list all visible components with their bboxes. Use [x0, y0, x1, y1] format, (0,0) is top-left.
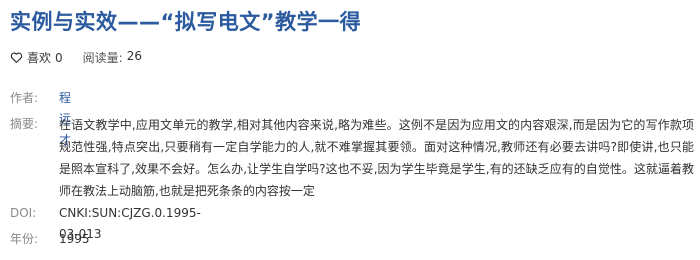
abstract-label: 摘要:	[10, 117, 39, 131]
article-title: 实例与实效——“拟写电文”教学一得	[10, 10, 362, 34]
year-label: 年份:	[10, 232, 39, 246]
author-label: 作者:	[10, 91, 39, 105]
like-count: 0	[55, 50, 63, 65]
doi-label: DOI:	[10, 206, 37, 220]
like-label: 喜欢	[27, 51, 52, 65]
abstract-text: 在语文教学中,应用文单元的教学,相对其他内容来说,略为难些。这例不是因为应用文的…	[59, 118, 694, 198]
read-count-value: 26	[126, 49, 142, 63]
read-count-group: 阅读量: 26	[83, 49, 142, 66]
heart-icon	[10, 52, 23, 63]
year-value: 1995	[59, 232, 90, 246]
read-count-label: 阅读量:	[82, 51, 123, 65]
like-button[interactable]: 喜欢 0	[10, 49, 63, 66]
article-stats: 喜欢 0 阅读量: 26	[10, 49, 142, 66]
